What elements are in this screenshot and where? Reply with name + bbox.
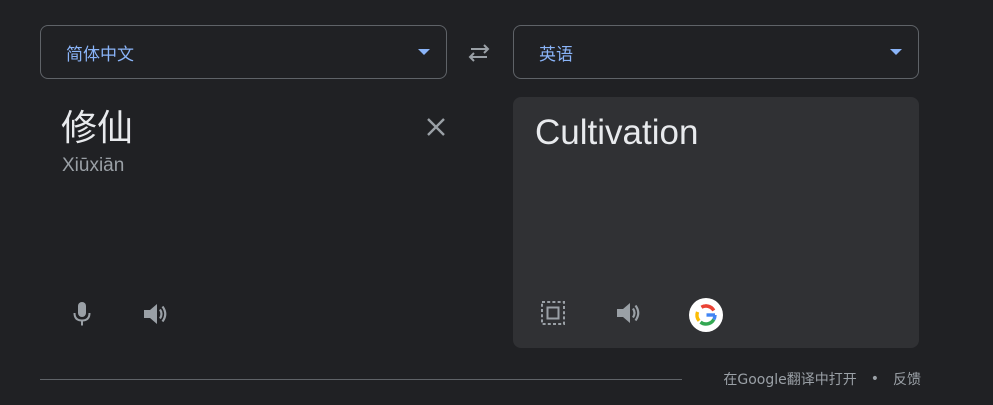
clear-source-button[interactable] — [422, 113, 450, 141]
microphone-icon — [73, 302, 91, 326]
close-icon — [427, 118, 445, 136]
copy-translation-button[interactable] — [535, 295, 571, 331]
translate-widget: 简体中文 英语 修仙 Xiūxiān Cultivation 在Google翻译… — [0, 0, 993, 405]
google-logo-icon — [689, 298, 723, 332]
source-panel: 修仙 Xiūxiān — [40, 97, 448, 347]
open-in-google-translate-link[interactable]: 在Google翻译中打开 — [723, 369, 856, 389]
target-panel: Cultivation — [513, 97, 919, 348]
chevron-down-icon — [890, 49, 902, 55]
copy-icon — [541, 301, 565, 325]
target-language-select[interactable]: 英语 — [513, 25, 919, 79]
target-language-label: 英语 — [539, 44, 573, 65]
footer-separator: • — [870, 371, 879, 387]
chevron-down-icon — [418, 49, 430, 55]
swap-arrows-icon — [468, 44, 490, 62]
source-text-input[interactable]: 修仙 — [61, 107, 133, 151]
source-language-select[interactable]: 简体中文 — [40, 25, 447, 79]
feedback-link[interactable]: 反馈 — [893, 369, 921, 389]
swap-languages-button[interactable] — [462, 38, 496, 68]
source-language-label: 简体中文 — [66, 44, 134, 65]
speaker-icon — [617, 303, 640, 323]
target-listen-button[interactable] — [611, 295, 647, 331]
microphone-button[interactable] — [64, 296, 100, 332]
footer: 在Google翻译中打开 • 反馈 — [723, 369, 921, 389]
source-romanization: Xiūxiān — [62, 155, 125, 176]
translation-text: Cultivation — [535, 113, 699, 152]
footer-divider — [40, 379, 682, 380]
source-listen-button[interactable] — [138, 296, 174, 332]
speaker-icon — [144, 304, 167, 324]
google-translate-button[interactable] — [689, 298, 723, 332]
